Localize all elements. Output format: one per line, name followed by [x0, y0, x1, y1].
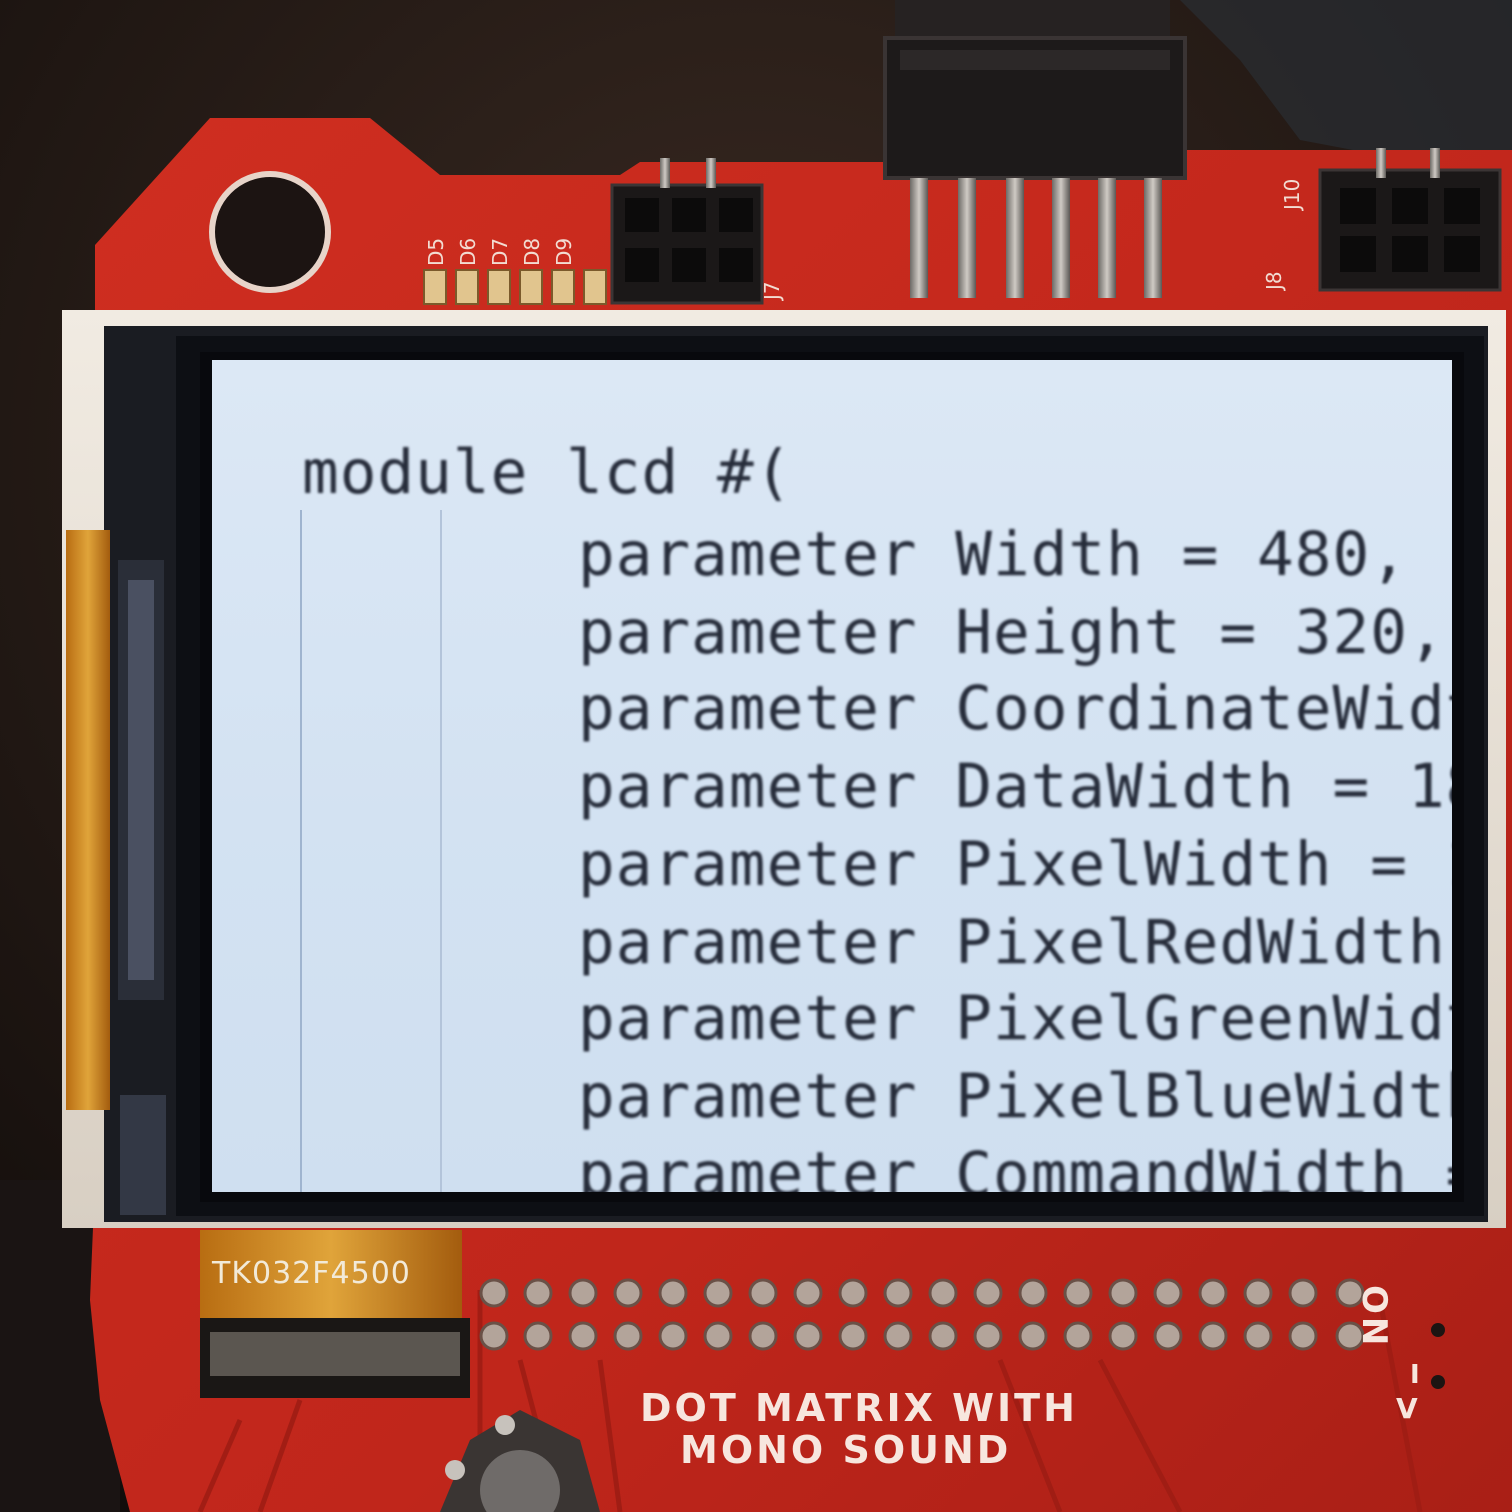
led-label: D6: [456, 237, 480, 266]
lcd-screen: module lcd #( parameter Width = 480, par…: [212, 360, 1452, 1192]
header-label: J10: [1280, 178, 1304, 210]
v-label: V: [1396, 1392, 1421, 1425]
i-label: I: [1410, 1360, 1423, 1390]
code-line: parameter CommandWidth =: [578, 1139, 1452, 1192]
led-label: D9: [552, 237, 576, 266]
code-line: parameter PixelWidth = 16: [578, 829, 1452, 900]
code-line: parameter Width = 480,: [578, 519, 1408, 590]
header-right: [1318, 148, 1502, 292]
led-label: D5: [424, 237, 448, 266]
header-label: J7: [760, 281, 784, 300]
led-label: D8: [520, 237, 544, 266]
indent-guide: [440, 510, 442, 1192]
code-line: parameter Height = 320,: [578, 597, 1446, 668]
code-line: parameter PixelGreenWidth: [578, 983, 1452, 1054]
code-line-module: module lcd #(: [302, 437, 793, 508]
code-line: parameter PixelRedWidth =: [578, 907, 1452, 978]
code-line: parameter CoordinateWidth: [578, 673, 1452, 744]
on-label: ON: [1354, 1285, 1394, 1349]
flex-part-label: TK032F4500: [212, 1256, 411, 1291]
code-line: parameter PixelBlueWidth: [578, 1061, 1452, 1132]
led-label: D7: [488, 237, 512, 266]
board-title-line1: DOT MATRIX WITH: [640, 1386, 1078, 1430]
code-line: parameter DataWidth = 18,: [578, 751, 1452, 822]
flex-edge: [66, 530, 110, 1110]
mounting-hole: [209, 171, 331, 293]
board-title-line2: MONO SOUND: [680, 1428, 1012, 1472]
header-label: J8: [1262, 271, 1286, 290]
indent-guide: [300, 510, 302, 1192]
